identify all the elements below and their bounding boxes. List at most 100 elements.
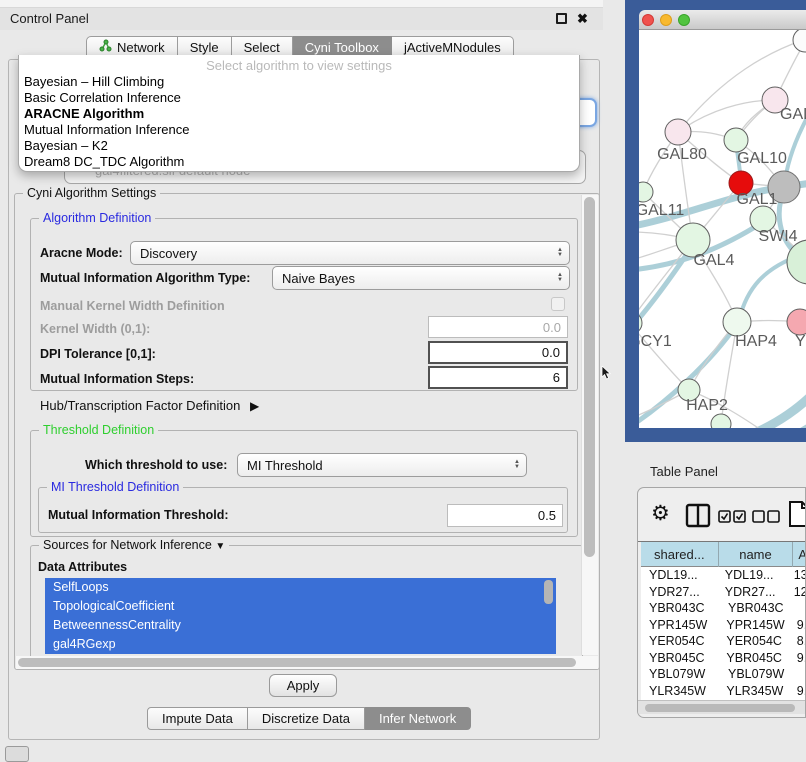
data-attribute-item[interactable]: BetweennessCentrality	[45, 616, 556, 635]
attributes-list-scrollbar[interactable]	[544, 580, 553, 604]
settings-gear-icon[interactable]: ⚙	[651, 501, 670, 527]
dpi-tolerance-label: DPI Tolerance [0,1]:	[40, 347, 156, 361]
mi-threshold-field[interactable]: 0.5	[447, 504, 563, 527]
kernel-width-label: Kernel Width (0,1):	[40, 322, 150, 336]
dpi-tolerance-value: 0.0	[542, 345, 560, 360]
close-traffic-light-icon[interactable]	[642, 14, 654, 26]
table-row[interactable]: YBL079WYBL079W	[641, 666, 806, 683]
table-row[interactable]: YDR27...YDR27...12	[641, 584, 806, 601]
table-cell: YER054C	[718, 633, 792, 650]
screen: Control Panel ✖ Network Style Select Cyn…	[0, 0, 806, 762]
network-canvas[interactable]: GAL2GAL80GAL10GAL1SWI4GAL11GAL4GCY1HAP4Y…	[639, 30, 806, 428]
settings-vertical-scrollbar-thumb[interactable]	[584, 197, 595, 557]
minimize-traffic-light-icon[interactable]	[660, 14, 672, 26]
table-cell: 13	[790, 567, 806, 584]
sources-group-title: Sources for Network Inference	[43, 538, 212, 552]
table-cell: YBR045C	[641, 650, 718, 667]
column-header-name[interactable]: name	[719, 542, 794, 567]
which-threshold-combo[interactable]: MI Threshold ▲▼	[237, 453, 527, 477]
table-row[interactable]: YDL19...YDL19...13	[641, 567, 806, 584]
table-cell: 9.	[793, 683, 806, 700]
network-node-label: Y	[795, 333, 806, 350]
hub-definition-toggle[interactable]: Hub/Transcription Factor Definition ▶	[40, 398, 259, 413]
column-header-clipped[interactable]: A	[793, 542, 806, 567]
float-window-icon[interactable]	[556, 13, 567, 24]
apply-button[interactable]: Apply	[269, 674, 337, 697]
network-node-label: GAL80	[657, 146, 707, 163]
table-row[interactable]: YBR043CYBR043C	[641, 600, 806, 617]
close-icon[interactable]: ✖	[577, 8, 588, 30]
mi-algorithm-type-combo[interactable]: Naive Bayes ▲▼	[272, 266, 570, 290]
algorithm-dropdown-popup: Select algorithm to view settings Bayesi…	[18, 55, 580, 172]
mi-threshold-definition-legend: MI Threshold Definition	[47, 480, 183, 494]
mi-algorithm-type-label: Mutual Information Algorithm Type:	[40, 271, 250, 285]
algorithm-option[interactable]: Bayesian – Hill Climbing	[19, 74, 579, 90]
select-all-checked-icon[interactable]	[718, 510, 746, 523]
table-row[interactable]: YLR345WYLR345W9.	[641, 683, 806, 700]
corner-button[interactable]	[5, 746, 29, 762]
tab-discretize-data[interactable]: Discretize Data	[248, 707, 365, 730]
spinner-arrows-icon: ▲▼	[557, 273, 563, 283]
aracne-mode-combo[interactable]: Discovery ▲▼	[130, 241, 570, 265]
select-none-unchecked-icon[interactable]	[752, 510, 780, 523]
table-row[interactable]: YER054CYER054C8.	[641, 633, 806, 650]
algorithm-popup-placeholder: Select algorithm to view settings	[19, 57, 579, 74]
algorithm-option[interactable]: Mutual Information Inference	[19, 122, 579, 138]
network-node-label: GAL10	[737, 150, 787, 167]
manual-kernel-width-label: Manual Kernel Width Definition	[40, 299, 225, 313]
algorithm-option[interactable]: Dream8 DC_TDC Algorithm	[19, 154, 579, 170]
network-node-hap4[interactable]	[723, 308, 751, 336]
data-attributes-label: Data Attributes	[38, 560, 127, 574]
settings-horizontal-scrollbar-thumb[interactable]	[18, 658, 576, 667]
network-window-titlebar[interactable]	[639, 10, 806, 30]
table-cell: YLR345W	[718, 683, 792, 700]
table-cell: YBR045C	[718, 650, 792, 667]
table-cell: YBR043C	[720, 600, 796, 617]
table-row[interactable]: YBR045CYBR045C9.	[641, 650, 806, 667]
tab-impute-data[interactable]: Impute Data	[147, 707, 248, 730]
table-horizontal-scrollbar[interactable]	[638, 700, 806, 714]
column-header-shared-name[interactable]: shared...	[641, 542, 719, 567]
apply-button-label: Apply	[287, 678, 320, 693]
table-cell: 12	[790, 584, 806, 601]
data-attribute-item[interactable]: gal4RGexp	[45, 635, 556, 654]
split-columns-icon[interactable]	[685, 503, 711, 528]
tab-infer-network[interactable]: Infer Network	[365, 707, 471, 730]
data-attributes-list[interactable]: SelfLoopsTopologicalCoefficientBetweenne…	[45, 578, 556, 654]
network-node-label: HAP4	[735, 333, 777, 350]
data-attribute-item[interactable]: SelfLoops	[45, 578, 556, 597]
kernel-width-field[interactable]: 0.0	[428, 316, 568, 338]
algorithm-option[interactable]: Bayesian – K2	[19, 138, 579, 154]
network-node-gal10[interactable]	[724, 128, 748, 152]
sources-group-legend[interactable]: Sources for Network Inference ▼	[39, 538, 229, 552]
export-file-icon[interactable]	[788, 500, 806, 528]
table-row[interactable]: YPR145WYPR145W9.	[641, 617, 806, 634]
hub-definition-label: Hub/Transcription Factor Definition	[40, 398, 240, 413]
algorithm-option[interactable]: Basic Correlation Inference	[19, 90, 579, 106]
table-panel-title: Table Panel	[650, 464, 718, 479]
zoom-traffic-light-icon[interactable]	[678, 14, 690, 26]
network-node-y[interactable]	[787, 309, 806, 335]
data-attribute-item[interactable]: TopologicalCoefficient	[45, 597, 556, 616]
table-horizontal-scrollbar-thumb[interactable]	[645, 704, 795, 712]
cyni-algorithm-settings-legend: Cyni Algorithm Settings	[23, 186, 160, 200]
network-nodes[interactable]: GAL2GAL80GAL10GAL1SWI4GAL11GAL4GCY1HAP4Y…	[639, 30, 806, 428]
table-cell: YDR27...	[641, 584, 717, 601]
aracne-mode-value: Discovery	[140, 246, 197, 261]
table-cell: YBR043C	[641, 600, 720, 617]
aracne-mode-label: Aracne Mode:	[40, 246, 123, 260]
network-node[interactable]	[793, 30, 806, 52]
network-view-window[interactable]: GAL2GAL80GAL10GAL1SWI4GAL11GAL4GCY1HAP4Y…	[639, 10, 806, 428]
network-node-gal80[interactable]	[665, 119, 691, 145]
algorithm-option[interactable]: ARACNE Algorithm	[19, 106, 579, 122]
mi-steps-field[interactable]: 6	[428, 366, 568, 389]
table-header: shared... name A	[641, 542, 806, 567]
table-body: YDL19...YDL19...13YDR27...YDR27...12YBR0…	[641, 567, 806, 707]
network-node-label: SWI4	[758, 228, 797, 245]
dpi-tolerance-field[interactable]: 0.0	[428, 341, 568, 364]
table-cell	[796, 666, 800, 683]
manual-kernel-width-checkbox[interactable]	[551, 297, 565, 311]
mi-algorithm-type-value: Naive Bayes	[282, 271, 355, 286]
network-node[interactable]	[711, 414, 731, 428]
which-threshold-value: MI Threshold	[247, 458, 323, 473]
